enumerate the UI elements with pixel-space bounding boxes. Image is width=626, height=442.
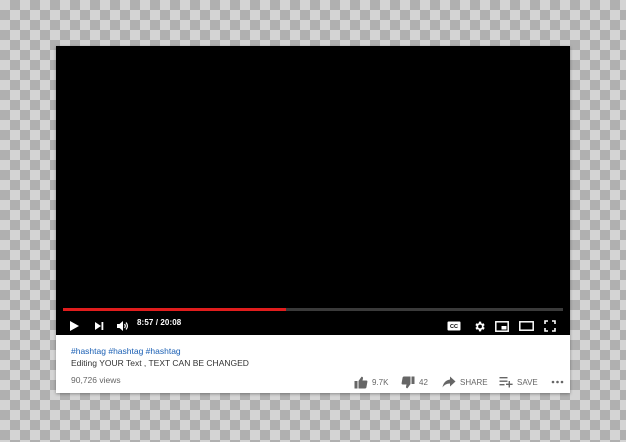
captions-icon: CC [447, 321, 461, 331]
video-card: 8:57 / 20:08 CC #hashtag #hashtag #hasht… [56, 46, 570, 393]
fullscreen-icon [544, 320, 556, 332]
progress-bar-played [63, 308, 286, 311]
save-label: SAVE [517, 377, 538, 387]
volume-button[interactable] [114, 316, 132, 336]
view-count: 90,726 views [71, 375, 121, 385]
hashtags-link[interactable]: #hashtag #hashtag #hashtag [71, 346, 181, 356]
time-display: 8:57 / 20:08 [137, 318, 182, 327]
more-horizontal-icon [551, 380, 564, 384]
play-button[interactable] [66, 316, 82, 336]
theater-mode-button[interactable] [517, 316, 535, 336]
video-info: #hashtag #hashtag #hashtag Editing YOUR … [56, 335, 570, 393]
share-arrow-icon [442, 376, 456, 388]
like-count: 9.7K [372, 377, 389, 387]
like-button[interactable]: 9.7K [354, 375, 388, 389]
settings-button[interactable] [470, 316, 488, 336]
more-actions-button[interactable] [551, 375, 564, 389]
captions-button[interactable]: CC [445, 316, 463, 336]
fullscreen-button[interactable] [541, 316, 559, 336]
miniplayer-icon [495, 320, 509, 332]
progress-bar[interactable] [63, 308, 563, 311]
play-icon [70, 321, 79, 331]
miniplayer-button[interactable] [493, 316, 511, 336]
playlist-add-icon [499, 377, 513, 388]
share-button[interactable]: SHARE [442, 375, 488, 389]
volume-icon [117, 321, 128, 331]
thumbs-up-icon [354, 376, 368, 388]
dislike-button[interactable]: 42 [401, 375, 428, 389]
next-icon [95, 322, 104, 330]
thumbs-down-icon [401, 376, 415, 388]
theater-mode-icon [518, 321, 534, 331]
next-button[interactable] [91, 316, 107, 336]
share-label: SHARE [460, 377, 488, 387]
video-player[interactable]: 8:57 / 20:08 CC [56, 46, 570, 335]
dislike-count: 42 [419, 377, 428, 387]
settings-gear-icon [474, 321, 485, 331]
save-button[interactable]: SAVE [499, 375, 538, 389]
captions-label: CC [450, 324, 458, 330]
video-title: Editing YOUR Text , TEXT CAN BE CHANGED [71, 358, 249, 368]
